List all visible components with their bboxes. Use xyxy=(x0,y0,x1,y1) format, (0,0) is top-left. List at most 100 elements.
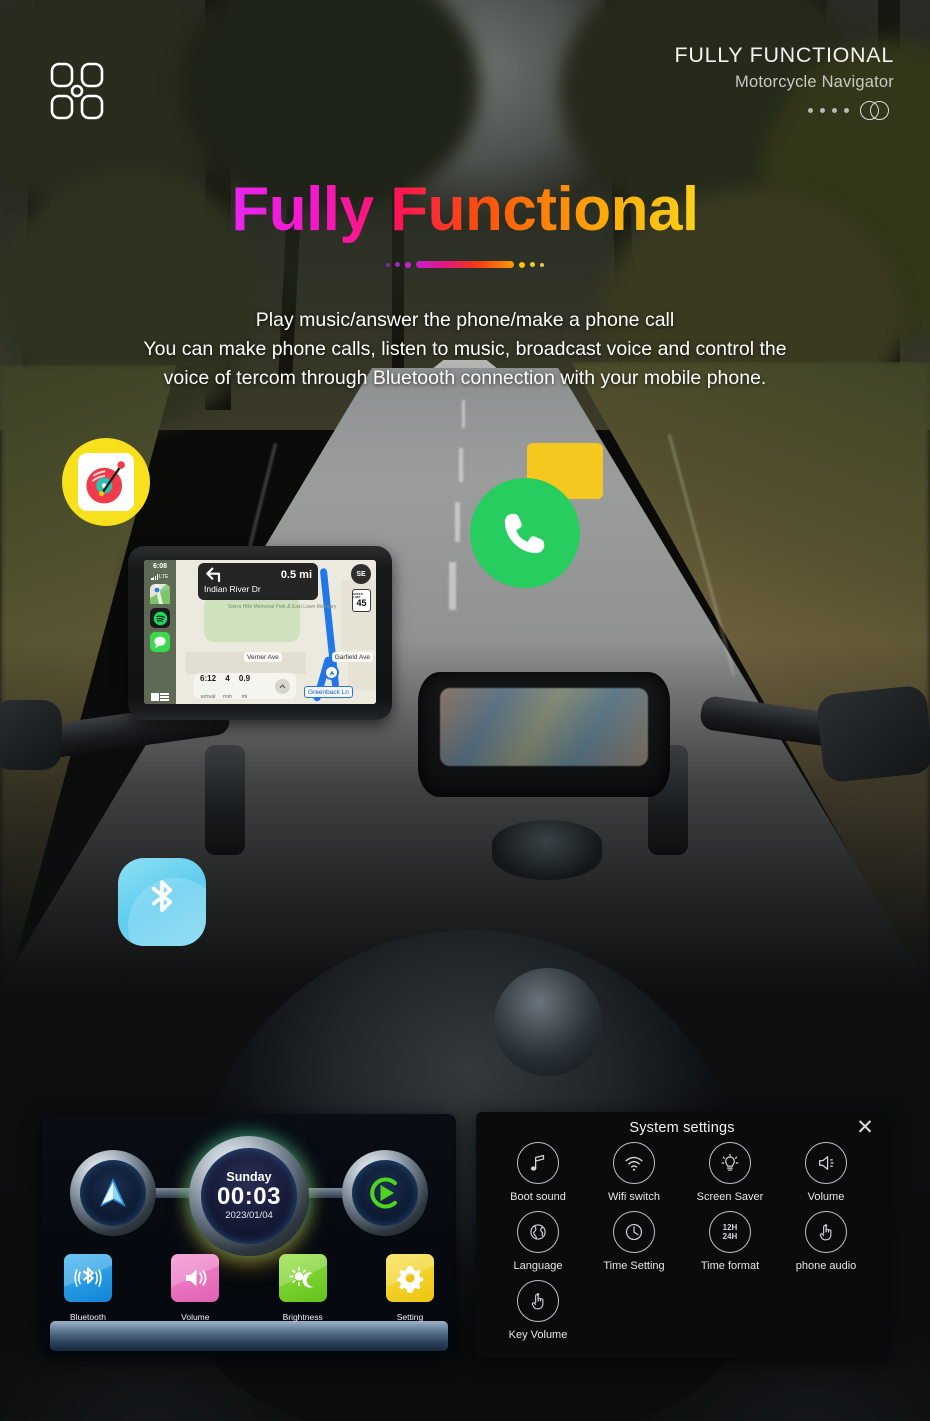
music-turntable-icon xyxy=(62,438,150,526)
compass-badge: SE xyxy=(351,564,371,584)
media-home-panel: Sunday 00:03 2023/01/04 Bluetooth Volume… xyxy=(42,1114,456,1356)
setting-language[interactable]: Language xyxy=(490,1211,586,1272)
hand-tap-icon xyxy=(805,1211,847,1253)
lead-paragraph: Play music/answer the phone/make a phone… xyxy=(0,306,930,393)
pagination-dot xyxy=(832,108,837,114)
map-street-label: Verner Ave xyxy=(244,652,282,662)
divider-dot xyxy=(519,261,525,268)
play-button[interactable] xyxy=(342,1150,428,1236)
clock-widget[interactable]: Sunday 00:03 2023/01/04 xyxy=(189,1136,309,1256)
setting-volume[interactable]: Volume xyxy=(778,1142,874,1203)
eta-minutes: 4 xyxy=(225,674,230,684)
carplay-device: 6:08 LTE Sierra Hills Memorial Park & Ea… xyxy=(128,546,392,720)
setting-label: Volume xyxy=(807,1191,845,1203)
tile-label: Setting xyxy=(396,1312,424,1322)
speaker-icon xyxy=(805,1142,847,1184)
app-grid-icon[interactable] xyxy=(150,693,170,701)
eta-distance-label: mi xyxy=(241,694,248,700)
divider-dot xyxy=(395,262,400,267)
setting-wifi-switch[interactable]: Wifi switch xyxy=(586,1142,682,1203)
turn-street-name: Indian River Dr xyxy=(204,584,261,594)
lead-line-1: Play music/answer the phone/make a phone… xyxy=(255,309,675,331)
messages-icon[interactable] xyxy=(150,632,170,652)
page-root: FULLY FUNCTIONAL Motorcycle Navigator Fu… xyxy=(0,0,930,1421)
gradient-divider xyxy=(0,261,930,268)
speaker-icon xyxy=(186,1269,207,1287)
navigation-position-marker xyxy=(324,665,339,680)
clock-day: Sunday xyxy=(226,1170,272,1185)
bluetooth-icon xyxy=(74,1267,102,1287)
carplay-screen[interactable]: 6:08 LTE Sierra Hills Memorial Park & Ea… xyxy=(144,560,376,704)
gear-icon xyxy=(396,1266,424,1293)
carplay-status-time: 6:08 xyxy=(152,563,167,570)
eta-bar[interactable]: 6:12 arrival 4 min 0.9 mi xyxy=(194,673,296,700)
wifi-icon xyxy=(613,1142,655,1184)
clock-time: 00:03 xyxy=(217,1182,281,1210)
pagination-dot xyxy=(820,108,825,114)
phone-call-icon xyxy=(470,478,580,588)
tile-label: Volume xyxy=(181,1312,210,1322)
setting-label: Screen Saver xyxy=(696,1191,764,1203)
navigation-button[interactable] xyxy=(70,1150,156,1236)
road-marking xyxy=(462,400,465,428)
time-format-12h: 12H xyxy=(722,1222,738,1232)
tile-label: Brightness xyxy=(282,1312,323,1322)
divider-dot xyxy=(386,262,390,267)
globe-icon xyxy=(517,1211,559,1253)
filler-cap xyxy=(494,968,602,1076)
play-button-icon xyxy=(370,1177,397,1209)
cluster-lcd xyxy=(440,688,648,766)
divider-dot xyxy=(540,262,544,267)
carplay-map[interactable]: Sierra Hills Memorial Park & East Lawn M… xyxy=(176,560,376,704)
system-settings-panel: System settings ✕ Boot sound Wifi switch xyxy=(476,1112,888,1358)
tile-setting[interactable]: Setting xyxy=(385,1254,434,1322)
close-icon[interactable]: ✕ xyxy=(855,1117,875,1138)
setting-label: Key Volume xyxy=(508,1329,568,1341)
setting-label: Boot sound xyxy=(510,1191,566,1203)
turn-instruction-card: 0.5 mi Indian River Dr xyxy=(198,563,318,600)
mirror-right xyxy=(815,684,930,784)
quick-tile-row: Bluetooth Volume Brightness Setting xyxy=(64,1254,434,1322)
road-marking xyxy=(449,562,456,610)
lightbulb-icon xyxy=(709,1142,751,1184)
spotify-icon[interactable] xyxy=(150,608,170,628)
setting-time-setting[interactable]: Time Setting xyxy=(586,1211,682,1272)
turn-left-arrow-icon xyxy=(206,567,221,582)
setting-boot-sound[interactable]: Boot sound xyxy=(490,1142,586,1203)
clock-icon xyxy=(613,1211,655,1253)
map-park-area xyxy=(204,596,300,642)
tile-label: Bluetooth xyxy=(70,1312,106,1322)
setting-phone-audio[interactable]: phone audio xyxy=(778,1211,874,1272)
setting-key-volume[interactable]: Key Volume xyxy=(490,1280,586,1341)
panel-tabbar xyxy=(50,1321,448,1351)
tile-volume[interactable]: Volume xyxy=(171,1254,220,1322)
page-title: FULLY FUNCTIONAL xyxy=(674,43,894,67)
hand-tap-icon xyxy=(517,1280,559,1322)
setting-label: Language xyxy=(513,1260,563,1272)
header-pagination xyxy=(675,100,894,121)
settings-grid: Boot sound Wifi switch Screen Saver Volu… xyxy=(490,1142,874,1341)
road-marking xyxy=(455,502,460,542)
setting-screen-saver[interactable]: Screen Saver xyxy=(682,1142,778,1203)
lead-line-3: voice of tercom through Bluetooth connec… xyxy=(163,367,767,389)
hero-title: Fully Functional xyxy=(231,175,699,244)
speed-limit-value: 45 xyxy=(356,597,367,608)
tile-bluetooth[interactable]: Bluetooth xyxy=(64,1254,112,1322)
pagination-dot xyxy=(844,108,849,114)
clock-date: 2023/01/04 xyxy=(225,1210,273,1222)
maps-icon[interactable] xyxy=(150,584,170,604)
map-street-label-active: Greenback Ln xyxy=(304,686,353,698)
clover-logo-icon xyxy=(48,54,106,132)
settings-title: System settings xyxy=(629,1120,735,1136)
page-subtitle: Motorcycle Navigator xyxy=(735,72,894,91)
navigation-arrow-icon xyxy=(100,1178,126,1207)
sun-moon-icon xyxy=(289,1266,314,1288)
chevron-up-icon[interactable] xyxy=(275,678,290,694)
tile-brightness[interactable]: Brightness xyxy=(278,1254,327,1322)
setting-time-format[interactable]: 12H 24H Time format xyxy=(682,1211,778,1272)
road-marking xyxy=(459,448,463,482)
carplay-sidebar: 6:08 LTE xyxy=(144,560,176,704)
carplay-network-status: LTE xyxy=(151,574,169,580)
carplay-network-label: LTE xyxy=(158,574,169,580)
eta-time-label: arrival xyxy=(200,694,216,700)
